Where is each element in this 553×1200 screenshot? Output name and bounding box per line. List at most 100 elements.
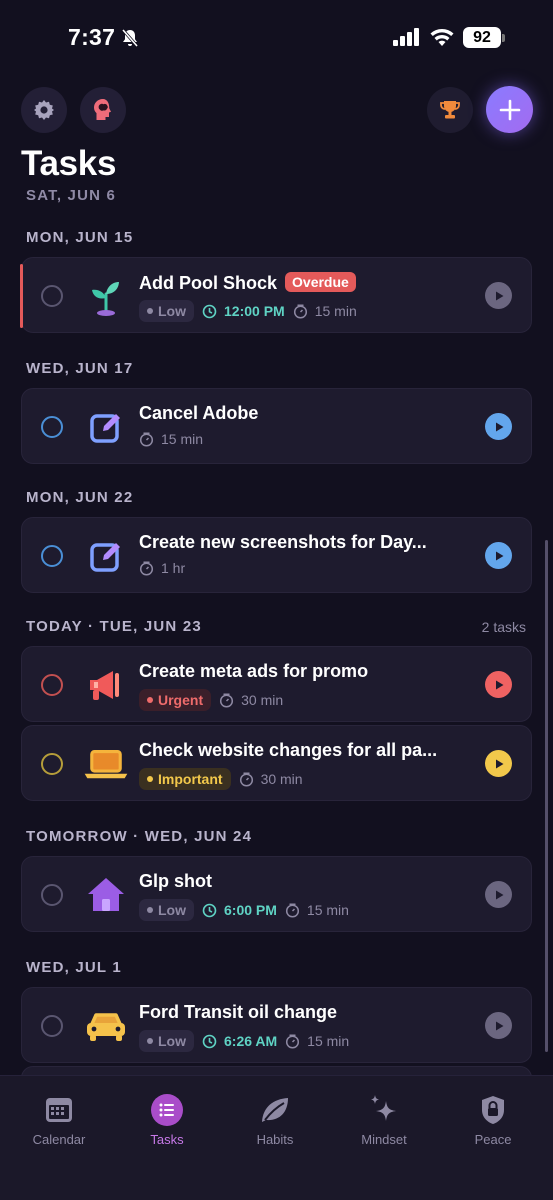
timer-icon <box>220 692 234 708</box>
timer-icon <box>286 1033 300 1049</box>
section-header: SAT, JUN 6 <box>26 190 117 204</box>
page-title: Tasks <box>21 144 117 183</box>
scrollbar[interactable] <box>545 540 548 1052</box>
tab-label: Habits <box>256 1132 294 1147</box>
task-title: Create meta ads for promo <box>139 661 369 681</box>
task-meta: Low 6:00 PM 15 min <box>139 899 349 921</box>
task-title: Create new screenshots for Day... <box>139 532 427 552</box>
duration: 30 min <box>239 771 303 787</box>
gear-icon <box>34 100 54 120</box>
section-header: TODAY · TUE, JUN 23 <box>26 618 202 635</box>
add-task-button[interactable] <box>486 86 533 133</box>
mind-button[interactable] <box>80 87 126 133</box>
task-title-row: Add Pool Shock Overdue <box>139 272 356 294</box>
leaf-icon <box>259 1094 291 1126</box>
play-icon <box>495 1021 503 1030</box>
task-title: Add Pool Shock <box>139 273 278 293</box>
duration-label: 15 min <box>314 303 357 319</box>
task-checkbox[interactable] <box>41 285 63 307</box>
edit-icon <box>82 403 130 451</box>
priority-chip: Low <box>139 899 194 921</box>
section-header: WED, JUN 17 <box>26 360 134 377</box>
timer-icon <box>239 771 253 787</box>
task-card[interactable]: Create new screenshots for Day... 1 hr <box>21 517 532 593</box>
task-title: Glp shot <box>139 871 212 891</box>
priority-chip: Urgent <box>139 689 212 711</box>
section-task-count: 2 tasks <box>481 619 526 635</box>
duration: 15 min <box>139 431 203 447</box>
sparkles-icon <box>368 1094 400 1126</box>
play-icon <box>495 291 503 300</box>
tab-mindset[interactable]: Mindset <box>339 1094 429 1147</box>
list-icon <box>151 1094 183 1126</box>
task-title: Ford Transit oil change <box>139 1002 338 1022</box>
bell-muted-icon <box>121 29 139 47</box>
settings-button[interactable] <box>21 87 67 133</box>
tab-calendar[interactable]: Calendar <box>14 1094 104 1147</box>
duration-label: 15 min <box>307 1033 350 1049</box>
tab-habits[interactable]: Habits <box>230 1094 320 1147</box>
task-meta: Important 30 min <box>139 768 303 790</box>
car-icon <box>82 1002 130 1050</box>
scheduled-time: 12:00 PM <box>202 303 285 319</box>
scheduled-time: 6:00 PM <box>202 902 277 918</box>
plus-icon <box>499 99 520 120</box>
play-icon <box>495 680 503 689</box>
calendar-icon <box>43 1094 75 1126</box>
task-checkbox[interactable] <box>41 1015 63 1037</box>
play-button[interactable] <box>485 881 512 908</box>
play-button[interactable] <box>485 413 512 440</box>
achievements-button[interactable] <box>427 87 473 133</box>
task-list[interactable]: SAT, JUN 6 MON, JUN 15 Add Pool Shock Ove… <box>0 190 553 1075</box>
duration: 15 min <box>293 303 357 319</box>
play-button[interactable] <box>485 1012 512 1039</box>
duration-label: 30 min <box>260 771 303 787</box>
tab-label: Peace <box>474 1132 512 1147</box>
play-button[interactable] <box>485 671 512 698</box>
priority-chip: Low <box>139 1030 194 1052</box>
sprout-icon <box>82 272 130 320</box>
task-card[interactable]: Cancel Adobe 15 min <box>21 388 532 464</box>
task-checkbox[interactable] <box>41 674 63 696</box>
task-checkbox[interactable] <box>41 545 63 567</box>
task-card[interactable]: Ford Transit oil change Low 6:26 AM 15 m… <box>21 987 532 1063</box>
priority-label: Low <box>158 902 186 918</box>
tab-peace[interactable]: Peace <box>448 1094 538 1147</box>
play-icon <box>495 759 503 768</box>
wifi-icon <box>430 29 454 46</box>
task-checkbox[interactable] <box>41 753 63 775</box>
task-meta: Low 12:00 PM 15 min <box>139 300 357 322</box>
laptop-icon <box>82 740 130 788</box>
megaphone-icon <box>82 661 130 709</box>
play-icon <box>495 890 503 899</box>
priority-chip: Low <box>139 300 194 322</box>
task-card[interactable] <box>21 1066 532 1075</box>
section-header: TOMORROW · WED, JUN 24 <box>26 828 253 845</box>
task-checkbox[interactable] <box>41 884 63 906</box>
task-card[interactable]: Glp shot Low 6:00 PM 15 min <box>21 856 532 932</box>
tab-tasks[interactable]: Tasks <box>122 1094 212 1147</box>
priority-label: Low <box>158 1033 186 1049</box>
play-button[interactable] <box>485 282 512 309</box>
task-card[interactable]: Create meta ads for promo Urgent 30 min <box>21 646 532 722</box>
task-title: Check website changes for all pa... <box>139 740 438 760</box>
head-brain-icon <box>94 99 111 120</box>
task-card[interactable]: Add Pool Shock Overdue Low 12:00 PM 15 mi… <box>20 257 532 333</box>
play-button[interactable] <box>485 542 512 569</box>
tab-label: Calendar <box>32 1132 86 1147</box>
lock-icon <box>477 1094 509 1126</box>
play-button[interactable] <box>485 750 512 777</box>
timer-icon <box>285 902 299 918</box>
task-meta: Low 6:26 AM 15 min <box>139 1030 349 1052</box>
task-checkbox[interactable] <box>41 416 63 438</box>
time-label: 12:00 PM <box>224 303 285 319</box>
edit-icon <box>82 532 130 580</box>
timer-icon <box>139 560 154 576</box>
task-meta: Urgent 30 min <box>139 689 283 711</box>
home-icon <box>82 871 130 919</box>
task-title: Cancel Adobe <box>139 403 259 423</box>
task-card[interactable]: Check website changes for all pa... Impo… <box>21 725 532 801</box>
task-meta: 15 min <box>139 431 203 447</box>
tab-bar: Calendar Tasks Habits Mindset Peace <box>0 1075 553 1200</box>
play-icon <box>495 422 503 431</box>
